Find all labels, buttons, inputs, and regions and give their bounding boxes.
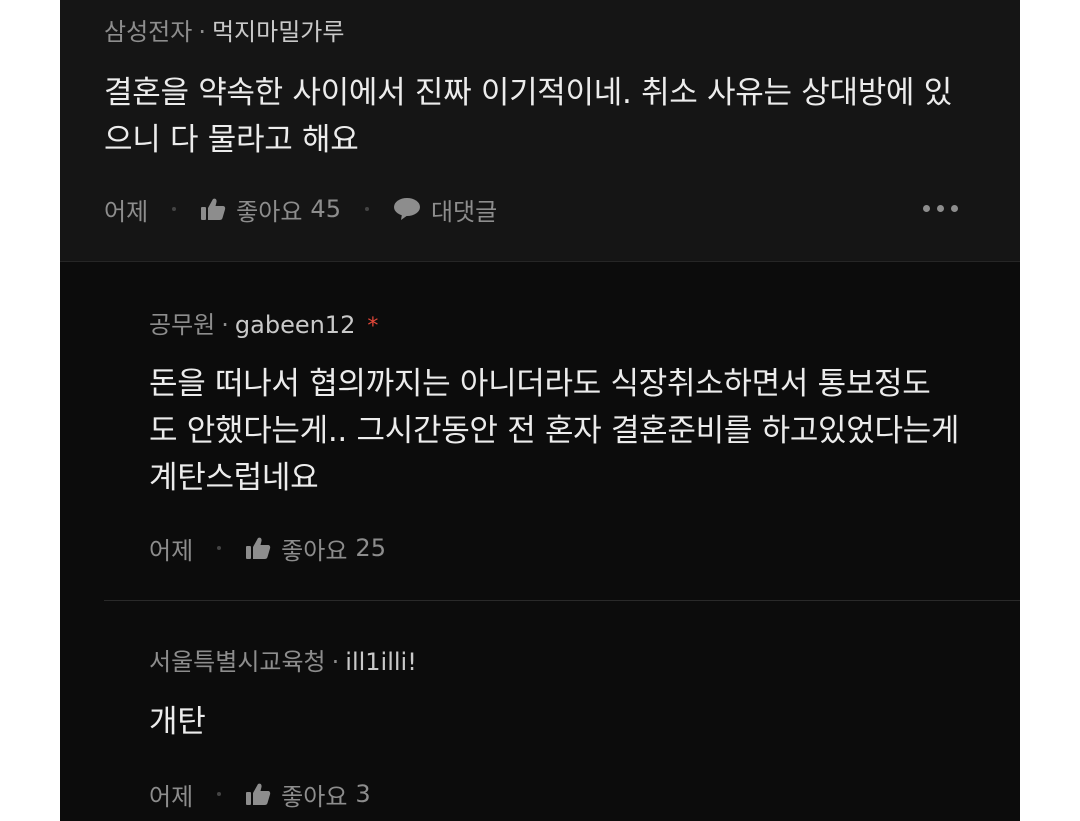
reply-item: 서울특별시교육청 · ill1illi! 개탄 어제 좋아요 3 — [60, 601, 1020, 821]
author-badge: * — [367, 314, 379, 339]
more-dots-icon[interactable] — [923, 205, 958, 212]
reply-text: 돈을 떠나서 협의까지는 아니더라도 식장취소하면서 통보정도 도 안했다는게.… — [149, 361, 959, 502]
author-nickname: 먹지마밀가루 — [211, 18, 345, 46]
comment-actions: 어제 좋아요 45 대댓글 — [104, 192, 497, 227]
action-divider — [172, 207, 177, 211]
author-company: 공무원 — [149, 311, 216, 339]
comment-text-line: 으니 다 물라고 해요 — [104, 122, 359, 158]
comment-item: 삼성전자 · 먹지마밀가루 결혼을 약속한 사이에서 진짜 이기적이네. 취소 사유… — [60, 0, 1020, 262]
reply-label: 대댓글 — [430, 197, 498, 226]
like-button[interactable]: 좋아요 25 — [245, 531, 386, 566]
reply-author[interactable]: 서울특별시교육청 · ill1illi! — [149, 646, 417, 678]
reply-actions: 어제 좋아요 3 — [149, 777, 371, 812]
reply-text: 개탄 — [149, 699, 206, 746]
reply-text-line: 도 안했다는게.. 그시간동안 전 혼자 결혼준비를 하고있었다는게 — [149, 413, 960, 449]
author-company: 삼성전자 — [104, 18, 193, 46]
like-button[interactable]: 좋아요 3 — [245, 777, 371, 812]
author-separator: · — [331, 648, 340, 676]
speech-bubble-icon — [393, 197, 421, 221]
comment-time: 어제 — [104, 197, 149, 226]
reply-actions: 어제 좋아요 25 — [149, 531, 386, 566]
reply-item: 공무원 · gabeen12 * 돈을 떠나서 협의까지는 아니더라도 식장취소하면서… — [60, 262, 1020, 600]
thumbs-up-icon — [200, 197, 226, 221]
reply-text-line: 개탄 — [149, 704, 206, 740]
like-count: 45 — [310, 195, 341, 223]
comment-thread: 삼성전자 · 먹지마밀가루 결혼을 약속한 사이에서 진짜 이기적이네. 취소 사유… — [60, 0, 1020, 821]
author-company: 서울특별시교육청 — [149, 648, 326, 676]
action-divider — [217, 546, 222, 550]
action-divider — [217, 792, 222, 796]
comment-text-line: 결혼을 약속한 사이에서 진짜 이기적이네. 취소 사유는 상대방에 있 — [104, 75, 952, 111]
like-count: 3 — [355, 780, 371, 808]
author-nickname: gabeen12 — [234, 311, 356, 339]
like-label: 좋아요 — [281, 782, 348, 811]
thumbs-up-icon — [245, 782, 271, 806]
like-label: 좋아요 — [236, 197, 303, 226]
thumbs-up-icon — [245, 536, 271, 560]
reply-author[interactable]: 공무원 · gabeen12 * — [149, 309, 378, 343]
author-nickname: ill1illi! — [345, 648, 417, 676]
action-divider — [364, 207, 369, 211]
comment-author[interactable]: 삼성전자 · 먹지마밀가루 — [104, 16, 344, 48]
reply-button[interactable]: 대댓글 — [393, 192, 497, 227]
reply-text-line: 돈을 떠나서 협의까지는 아니더라도 식장취소하면서 통보정도 — [149, 366, 931, 402]
comment-text: 결혼을 약속한 사이에서 진짜 이기적이네. 취소 사유는 상대방에 있 으니 … — [104, 70, 952, 164]
reply-time: 어제 — [149, 782, 194, 811]
reply-time: 어제 — [149, 536, 194, 565]
like-label: 좋아요 — [281, 536, 348, 565]
author-separator: · — [198, 18, 206, 46]
like-button[interactable]: 좋아요 45 — [200, 192, 341, 227]
reply-text-line: 계탄스럽네요 — [149, 460, 319, 496]
like-count: 25 — [355, 534, 386, 562]
author-separator: · — [221, 311, 229, 339]
